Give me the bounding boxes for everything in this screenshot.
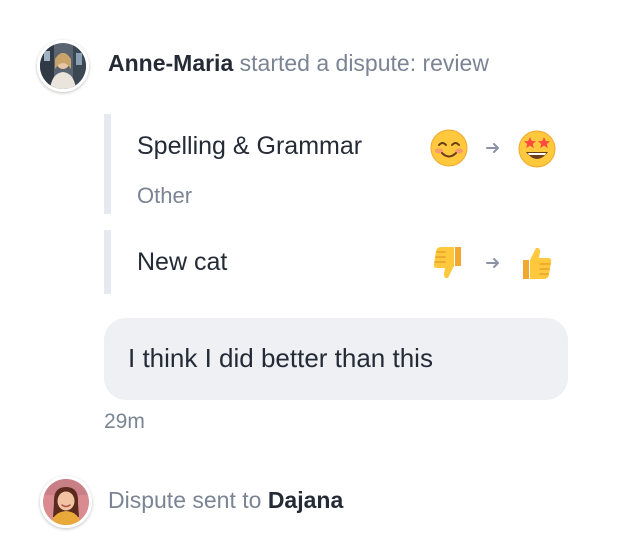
thumbs-up-icon bbox=[523, 247, 552, 279]
category-subtitle: Other bbox=[137, 183, 193, 208]
actor-name[interactable]: Anne-Maria bbox=[108, 50, 233, 76]
event-action: started a dispute: review bbox=[239, 50, 489, 76]
avatar-dajana[interactable] bbox=[40, 476, 92, 528]
rating-change-spelling: Spelling & Grammar Other bbox=[104, 114, 571, 214]
recipient-name[interactable]: Dajana bbox=[268, 487, 343, 513]
comment-bubble: I think I did better than this bbox=[104, 318, 568, 400]
avatar-anne-maria[interactable] bbox=[37, 40, 89, 92]
thumbs-down-icon bbox=[433, 247, 461, 279]
star-struck-face-icon bbox=[518, 130, 556, 168]
rating-change-new-cat: New cat bbox=[104, 230, 571, 294]
dispute-sent-line: Dispute sent to Dajana bbox=[108, 487, 343, 514]
event-action: Dispute sent to bbox=[108, 487, 262, 513]
comment-text: I think I did better than this bbox=[128, 343, 433, 373]
category-name: New cat bbox=[137, 248, 228, 276]
arrow-right-icon bbox=[486, 143, 499, 153]
smiling-face-icon bbox=[430, 129, 468, 167]
arrow-right-icon bbox=[486, 258, 499, 268]
comment-timestamp: 29m bbox=[104, 410, 145, 433]
category-name: Spelling & Grammar bbox=[137, 132, 363, 160]
dispute-started-line: Anne-Maria started a dispute: review bbox=[108, 50, 489, 77]
